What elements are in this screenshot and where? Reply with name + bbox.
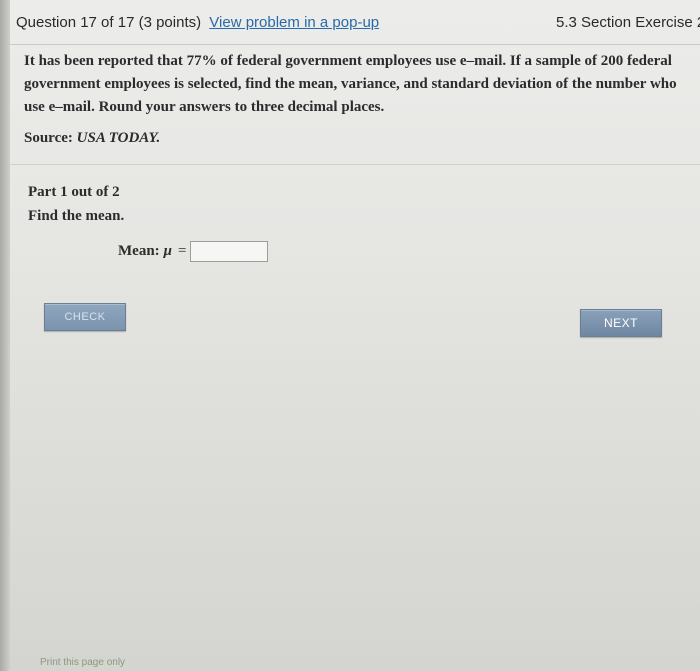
mean-answer-input[interactable] (190, 241, 269, 262)
mean-label: Mean: (118, 243, 160, 259)
check-button[interactable]: CHECK (44, 303, 126, 331)
mu-symbol: μ (163, 243, 172, 259)
page: Question 17 of 17 (3 points) View proble… (0, 0, 700, 671)
source-line: Source: USA TODAY. (24, 130, 160, 147)
source-name: USA TODAY. (76, 130, 161, 146)
print-page-link[interactable]: Print this page only (40, 657, 125, 668)
source-label: Source: (24, 130, 73, 146)
mean-answer-row: Mean: μ = (118, 241, 269, 262)
part-block: Part 1 out of 2 Find the mean. (28, 180, 124, 228)
question-info: Question 17 of 17 (3 points) View proble… (16, 14, 379, 31)
part-instruction: Find the mean. (28, 208, 125, 224)
problem-text: It has been reported that 77% of federal… (24, 53, 677, 115)
question-header: Question 17 of 17 (3 points) View proble… (10, 0, 700, 45)
question-number: Question 17 of 17 (3 points) (16, 14, 202, 31)
view-popup-link[interactable]: View problem in a pop-up (209, 14, 379, 31)
divider (10, 164, 700, 165)
equals-sign: = (178, 243, 187, 259)
part-label: Part 1 out of 2 (28, 184, 120, 200)
screen-edge (0, 0, 10, 671)
section-label: 5.3 Section Exercise 2 (556, 14, 700, 31)
next-button[interactable]: NEXT (580, 309, 662, 337)
